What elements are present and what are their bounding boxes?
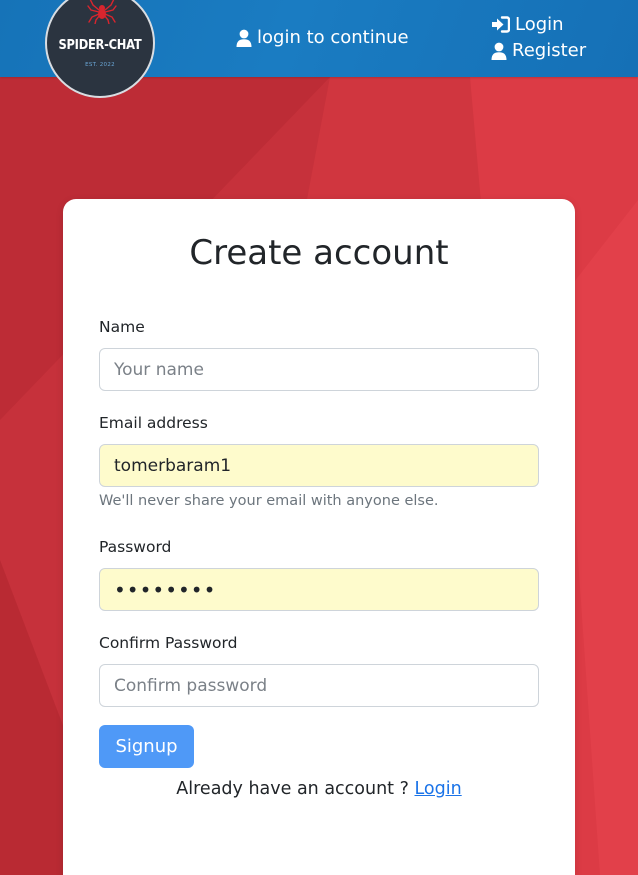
- user-icon: [491, 42, 507, 60]
- login-to-continue-label: login to continue: [257, 27, 409, 48]
- confirm-password-label: Confirm Password: [99, 634, 238, 652]
- sign-in-icon: [492, 16, 510, 33]
- nav-login-link[interactable]: Login: [491, 14, 564, 35]
- nav-register-label: Register: [512, 40, 587, 61]
- name-field[interactable]: [99, 348, 539, 391]
- page-title: Create account: [189, 233, 449, 273]
- password-label: Password: [99, 538, 172, 556]
- logo-name: SPIDER-CHAT: [58, 37, 142, 53]
- name-label: Name: [99, 318, 145, 336]
- logo-est: EST. 2022: [85, 62, 115, 68]
- password-field[interactable]: [99, 568, 539, 611]
- email-label: Email address: [99, 414, 208, 432]
- top-navbar: SPIDER-CHAT EST. 2022 login to continue …: [0, 0, 638, 98]
- login-link[interactable]: Login: [414, 779, 461, 799]
- email-help-text: We'll never share your email with anyone…: [99, 493, 439, 509]
- nav-register-link[interactable]: Register: [491, 40, 586, 61]
- login-prompt-text: Already have an account ?: [176, 779, 409, 799]
- signup-card: Create account Name Email address We'll …: [63, 199, 575, 875]
- spider-icon: [87, 0, 117, 24]
- login-to-continue-text: login to continue: [236, 27, 409, 48]
- confirm-password-field[interactable]: [99, 664, 539, 707]
- nav-login-label: Login: [515, 14, 564, 35]
- signup-button[interactable]: Signup: [99, 725, 194, 768]
- email-field[interactable]: [99, 444, 539, 487]
- user-icon: [236, 29, 252, 47]
- app-root: SPIDER-CHAT EST. 2022 login to continue …: [0, 0, 638, 875]
- login-prompt: Already have an account ? Login: [63, 779, 575, 799]
